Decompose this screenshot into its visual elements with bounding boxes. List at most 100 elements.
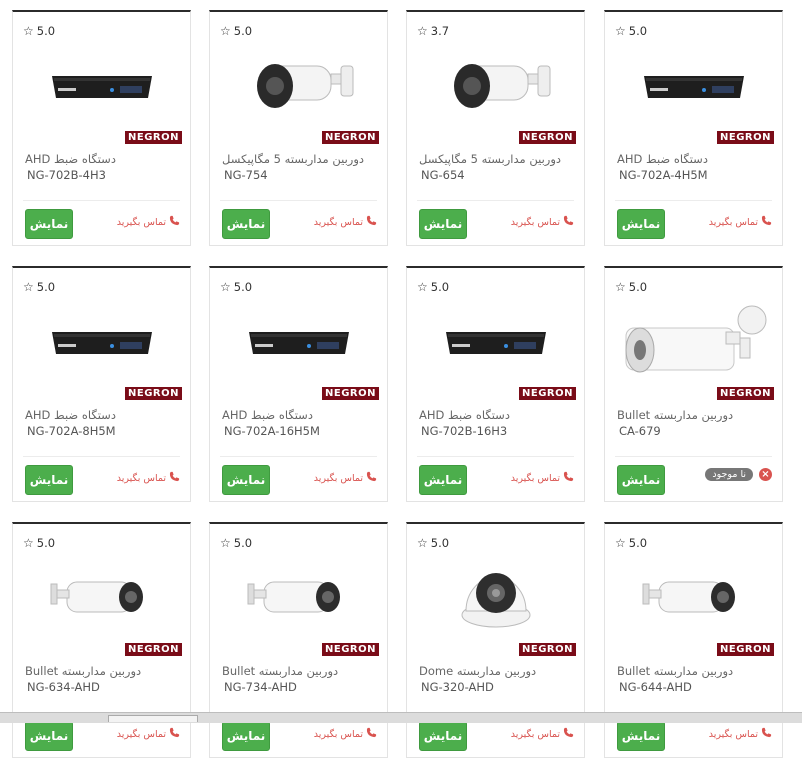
product-image[interactable] xyxy=(407,554,584,644)
brand-logo: NEGRON xyxy=(717,387,774,400)
rating: ☆ 5.0 xyxy=(417,280,449,294)
divider xyxy=(220,200,377,201)
contact-label: تماس بگیرید xyxy=(510,472,560,484)
unavailable-badge: نا موجود xyxy=(705,468,753,481)
product-card[interactable]: ☆ 5.0 NEGRON دستگاه ضبط AHD NG-702A-4H5M … xyxy=(604,10,783,246)
rating: ☆ 5.0 xyxy=(417,536,449,550)
contact-link[interactable]: تماس بگیرید xyxy=(511,215,574,229)
product-card[interactable]: ☆ 5.0 NEGRON دوربین مداربسته 5 مگاپیکسل N… xyxy=(209,10,388,246)
show-button[interactable]: نمایش xyxy=(25,721,73,751)
product-card[interactable]: ☆ 5.0 NEGRON دوربین مداربسته Bullet CA-67… xyxy=(604,266,783,502)
contact-label: تماس بگیرید xyxy=(116,472,166,484)
contact-label: تماس بگیرید xyxy=(708,216,758,228)
show-button[interactable]: نمایش xyxy=(222,209,270,239)
phone-icon xyxy=(366,471,377,485)
show-button[interactable]: نمایش xyxy=(617,721,665,751)
contact-link[interactable]: تماس بگیرید xyxy=(117,471,180,485)
product-image[interactable] xyxy=(605,298,782,388)
phone-icon xyxy=(366,215,377,229)
show-button[interactable]: نمایش xyxy=(222,721,270,751)
star-icon: ☆ xyxy=(23,536,34,550)
product-code: CA-679 xyxy=(619,424,661,438)
star-icon: ☆ xyxy=(615,24,626,38)
star-icon: ☆ xyxy=(615,536,626,550)
product-name[interactable]: دوربین مداربسته Bullet xyxy=(617,664,733,678)
rating: ☆ 3.7 xyxy=(417,24,449,38)
product-code: NG-702B-16H3 xyxy=(421,424,508,438)
product-code: NG-320-AHD xyxy=(421,680,494,694)
contact-link[interactable]: تماس بگیرید xyxy=(709,215,772,229)
product-name[interactable]: دوربین مداربسته Dome xyxy=(419,664,536,678)
contact-link[interactable]: تماس بگیرید xyxy=(314,215,377,229)
product-image[interactable] xyxy=(13,554,190,644)
product-image[interactable] xyxy=(605,554,782,644)
rating: ☆ 5.0 xyxy=(220,280,252,294)
contact-label: تماس بگیرید xyxy=(510,728,560,740)
star-icon: ☆ xyxy=(615,280,626,294)
product-name[interactable]: دوربین مداربسته Bullet xyxy=(617,408,733,422)
product-image[interactable] xyxy=(210,298,387,388)
product-name[interactable]: دوربین مداربسته Bullet xyxy=(25,664,141,678)
phone-icon xyxy=(761,215,772,229)
product-name[interactable]: دستگاه ضبط AHD xyxy=(25,408,116,422)
contact-label: تماس بگیرید xyxy=(313,216,363,228)
product-name[interactable]: دستگاه ضبط AHD xyxy=(419,408,510,422)
contact-link[interactable]: تماس بگیرید xyxy=(709,727,772,741)
divider xyxy=(417,200,574,201)
product-card[interactable]: ☆ 5.0 NEGRON دستگاه ضبط AHD NG-702B-16H3 … xyxy=(406,266,585,502)
product-image[interactable] xyxy=(13,298,190,388)
show-button[interactable]: نمایش xyxy=(419,465,467,495)
product-name[interactable]: دستگاه ضبط AHD xyxy=(25,152,116,166)
product-image[interactable] xyxy=(407,298,584,388)
product-image[interactable] xyxy=(605,42,782,132)
product-image[interactable] xyxy=(210,42,387,132)
contact-link[interactable]: تماس بگیرید xyxy=(314,471,377,485)
contact-link[interactable]: تماس بگیرید xyxy=(511,471,574,485)
rating: ☆ 5.0 xyxy=(23,280,55,294)
contact-link[interactable]: تماس بگیرید xyxy=(117,727,180,741)
divider xyxy=(23,456,180,457)
product-name[interactable]: دوربین مداربسته Bullet xyxy=(222,664,338,678)
scrollbar-thumb[interactable] xyxy=(108,715,198,722)
show-button[interactable]: نمایش xyxy=(419,721,467,751)
show-button[interactable]: نمایش xyxy=(419,209,467,239)
rating-value: 5.0 xyxy=(36,280,56,294)
close-circle-icon: × xyxy=(759,468,772,481)
divider xyxy=(23,200,180,201)
bottom-scrollbar[interactable] xyxy=(0,712,802,723)
rating-value: 5.0 xyxy=(628,536,648,550)
show-button[interactable]: نمایش xyxy=(25,465,73,495)
product-name[interactable]: دستگاه ضبط AHD xyxy=(222,408,313,422)
product-name[interactable]: دوربین مداربسته 5 مگاپیکسل xyxy=(419,152,561,166)
rating-value: 5.0 xyxy=(36,24,56,38)
contact-link[interactable]: تماس بگیرید xyxy=(511,727,574,741)
product-code: NG-702B-4H3 xyxy=(27,168,106,182)
product-card[interactable]: ☆ 5.0 NEGRON دستگاه ضبط AHD NG-702A-16H5M… xyxy=(209,266,388,502)
product-image[interactable] xyxy=(13,42,190,132)
contact-label: تماس بگیرید xyxy=(313,472,363,484)
product-card[interactable]: ☆ 5.0 NEGRON دستگاه ضبط AHD NG-702A-8H5M … xyxy=(12,266,191,502)
rating: ☆ 5.0 xyxy=(23,536,55,550)
contact-link[interactable]: تماس بگیرید xyxy=(117,215,180,229)
product-image[interactable] xyxy=(407,42,584,132)
product-card[interactable]: ☆ 3.7 NEGRON دوربین مداربسته 5 مگاپیکسل N… xyxy=(406,10,585,246)
show-button[interactable]: نمایش xyxy=(222,465,270,495)
show-button[interactable]: نمایش xyxy=(617,465,665,495)
divider xyxy=(615,456,772,457)
product-card[interactable]: ☆ 5.0 NEGRON دستگاه ضبط AHD NG-702B-4H3 ن… xyxy=(12,10,191,246)
product-image[interactable] xyxy=(210,554,387,644)
rating-value: 3.7 xyxy=(430,24,450,38)
rating-value: 5.0 xyxy=(628,280,648,294)
product-name[interactable]: دستگاه ضبط AHD xyxy=(617,152,708,166)
contact-label: تماس بگیرید xyxy=(313,728,363,740)
star-icon: ☆ xyxy=(417,536,428,550)
product-name[interactable]: دوربین مداربسته 5 مگاپیکسل xyxy=(222,152,364,166)
rating: ☆ 5.0 xyxy=(615,536,647,550)
contact-link[interactable]: تماس بگیرید xyxy=(314,727,377,741)
show-button[interactable]: نمایش xyxy=(25,209,73,239)
star-icon: ☆ xyxy=(417,280,428,294)
show-button[interactable]: نمایش xyxy=(617,209,665,239)
contact-label: تماس بگیرید xyxy=(510,216,560,228)
brand-logo: NEGRON xyxy=(322,387,379,400)
brand-logo: NEGRON xyxy=(322,131,379,144)
